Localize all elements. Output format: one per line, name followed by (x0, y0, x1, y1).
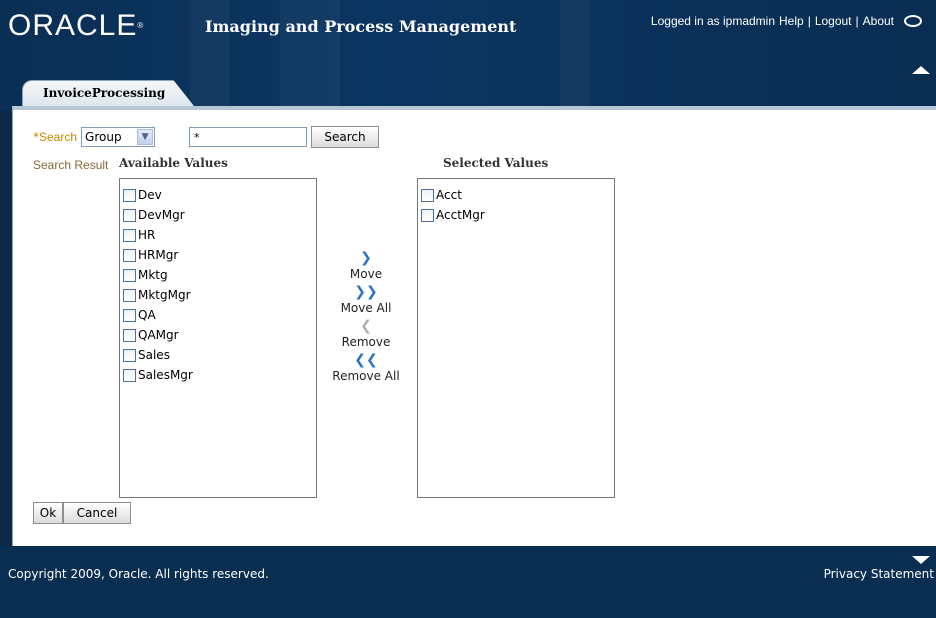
search-input[interactable] (189, 127, 308, 147)
main-panel: * Search Group ▼ Search Search Result Av… (12, 106, 936, 546)
search-type-value: Group (85, 130, 122, 144)
checkbox[interactable] (123, 349, 136, 362)
global-links: Logged in as ipmadmin Help | Logout | Ab… (651, 14, 922, 28)
separator: | (855, 14, 859, 28)
checkbox[interactable] (123, 329, 136, 342)
list-item[interactable]: QAMgr (123, 325, 316, 345)
list-item[interactable]: AcctMgr (421, 205, 614, 225)
chevron-down-icon[interactable]: ▼ (137, 129, 154, 145)
footer-bar (0, 546, 936, 618)
search-type-select[interactable]: Group ▼ (81, 127, 156, 147)
double-chevron-left-icon: ❮❮ (354, 352, 378, 368)
search-button[interactable]: Search (311, 126, 380, 148)
tab-label: InvoiceProcessing (43, 86, 166, 100)
move-button[interactable]: ❯ Move (331, 250, 401, 282)
list-item[interactable]: Dev (123, 185, 316, 205)
tab-invoiceprocessing[interactable]: InvoiceProcessing (22, 80, 194, 106)
header-banner: ORACLE® Imaging and Process Management L… (0, 0, 936, 110)
list-item[interactable]: MktgMgr (123, 285, 316, 305)
move-all-button[interactable]: ❯❯ Move All (331, 284, 401, 316)
checkbox[interactable] (123, 229, 136, 242)
checkbox[interactable] (123, 209, 136, 222)
list-item[interactable]: Sales (123, 345, 316, 365)
available-values-title: Available Values (119, 156, 228, 170)
available-values-list[interactable]: Dev DevMgr HR HRMgr Mktg MktgMgr QA QAMg… (119, 178, 317, 498)
checkbox[interactable] (123, 369, 136, 382)
collapse-header-icon[interactable] (912, 66, 930, 74)
ok-button[interactable]: Ok (33, 502, 63, 524)
search-row: * Search Group ▼ Search (33, 126, 380, 148)
list-item[interactable]: HR (123, 225, 316, 245)
separator: | (807, 14, 811, 28)
help-link[interactable]: Help (779, 14, 804, 28)
checkbox[interactable] (123, 249, 136, 262)
logged-in-text: Logged in as ipmadmin (650, 14, 775, 28)
list-item[interactable]: Acct (421, 185, 614, 205)
checkbox[interactable] (123, 269, 136, 282)
list-item[interactable]: Mktg (123, 265, 316, 285)
dialog-buttons: Ok Cancel (33, 502, 131, 524)
selected-values-list[interactable]: Acct AcctMgr (417, 178, 615, 498)
chevron-right-icon: ❯ (360, 250, 372, 266)
chevron-left-icon: ❮ (360, 318, 372, 334)
oracle-ring-icon (904, 15, 922, 27)
list-item[interactable]: QA (123, 305, 316, 325)
privacy-statement-link[interactable]: Privacy Statement (824, 567, 934, 581)
checkbox[interactable] (123, 309, 136, 322)
list-item[interactable]: HRMgr (123, 245, 316, 265)
search-result-label: Search Result (33, 158, 109, 172)
remove-all-button[interactable]: ❮❮ Remove All (331, 352, 401, 384)
copyright-text: Copyright 2009, Oracle. All rights reser… (8, 567, 269, 581)
checkbox[interactable] (123, 289, 136, 302)
about-link[interactable]: About (863, 14, 894, 28)
checkbox[interactable] (421, 189, 434, 202)
search-label: Search (39, 130, 78, 144)
logout-link[interactable]: Logout (815, 14, 852, 28)
checkbox[interactable] (421, 209, 434, 222)
cancel-button[interactable]: Cancel (63, 502, 131, 524)
checkbox[interactable] (123, 189, 136, 202)
double-chevron-right-icon: ❯❯ (354, 284, 378, 300)
list-item[interactable]: SalesMgr (123, 365, 316, 385)
selected-values-title: Selected Values (443, 156, 549, 170)
list-item[interactable]: DevMgr (123, 205, 316, 225)
shuttle-controls: ❯ Move ❯❯ Move All ❮ Remove ❮❮ Remove Al… (331, 250, 401, 386)
oracle-logo: ORACLE® (8, 9, 145, 42)
remove-button[interactable]: ❮ Remove (331, 318, 401, 350)
app-title: Imaging and Process Management (205, 17, 517, 36)
banner-stripe (560, 0, 590, 110)
